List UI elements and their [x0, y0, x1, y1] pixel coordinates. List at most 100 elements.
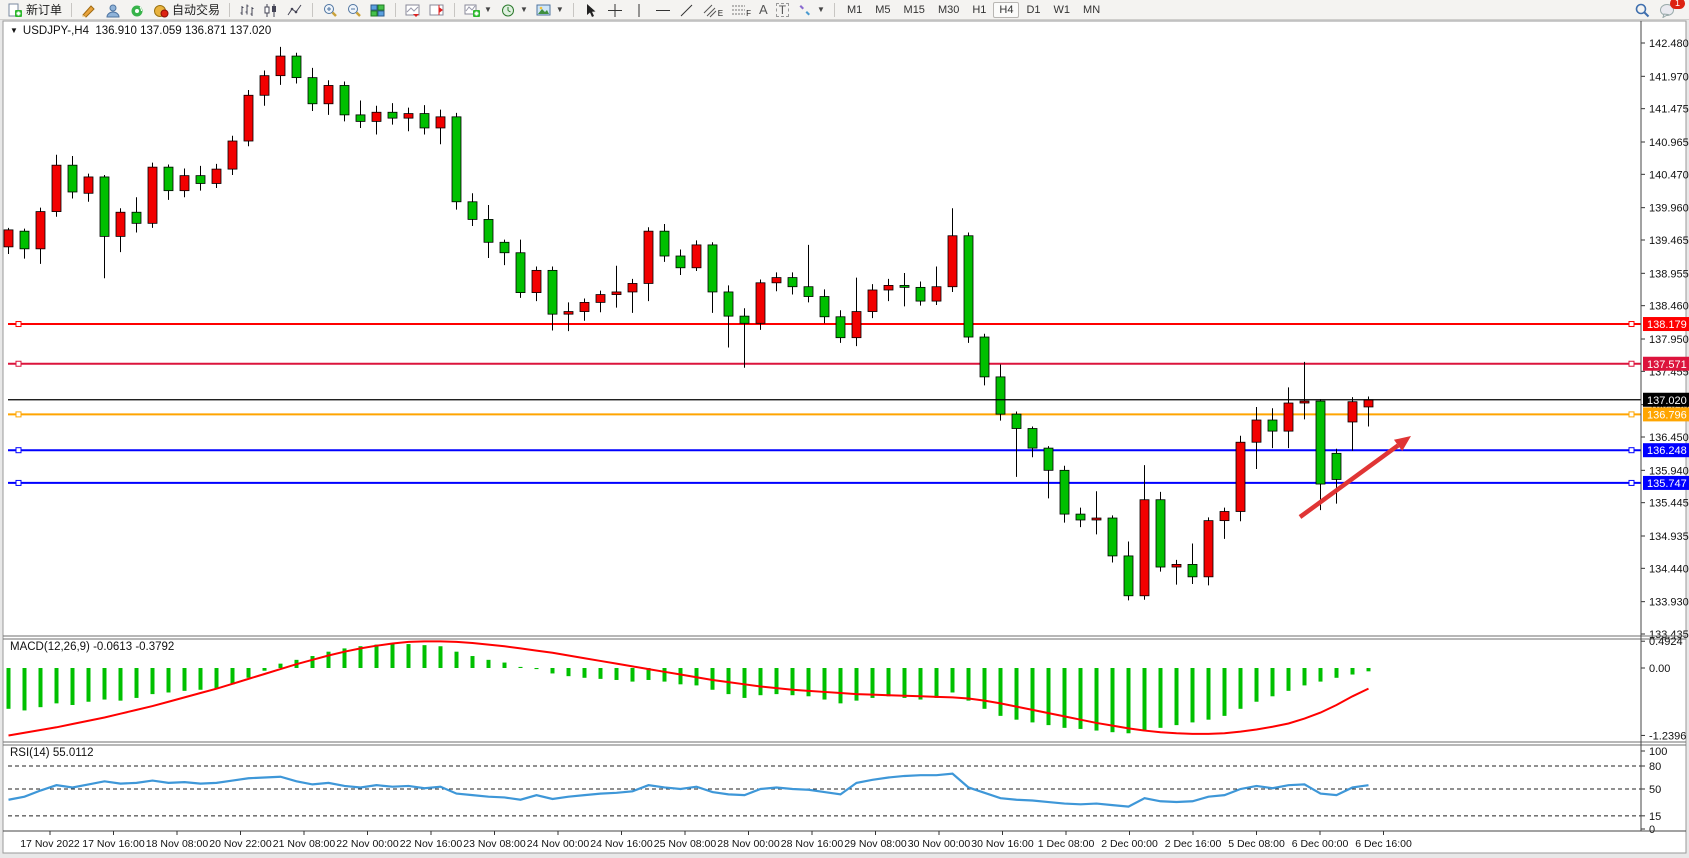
- chart-window: ▼USDJPY-,H4 136.910 137.059 136.871 137.…: [0, 20, 1689, 858]
- chart-template-button[interactable]: ▼: [533, 1, 567, 19]
- clock-icon: [500, 3, 516, 17]
- zoom-in-icon: [322, 3, 338, 17]
- rsi-indicator-label: RSI(14) 55.0112: [10, 747, 94, 759]
- arrows-tool-button[interactable]: ▼: [794, 1, 828, 19]
- timeframe-D1[interactable]: D1: [1020, 2, 1046, 18]
- search-icon[interactable]: [1633, 2, 1651, 18]
- fibonacci-tool-button[interactable]: F: [728, 1, 754, 19]
- hline-handle[interactable]: [1629, 412, 1634, 417]
- chat-icon[interactable]: 1: [1659, 2, 1679, 18]
- timeframe-H1[interactable]: H1: [966, 2, 992, 18]
- svg-text:135.747: 135.747: [1647, 478, 1687, 490]
- timeframe-M15[interactable]: M15: [898, 2, 931, 18]
- hline-handle[interactable]: [16, 412, 21, 417]
- cursor-icon: [583, 3, 599, 17]
- svg-text:29 Nov 08:00: 29 Nov 08:00: [844, 838, 907, 850]
- symbol-ohlc-values: 136.910 137.059 136.871 137.020: [95, 25, 271, 37]
- svg-text:28 Nov 16:00: 28 Nov 16:00: [781, 838, 844, 850]
- macd-main-value: -0.0613: [93, 641, 132, 653]
- community-button[interactable]: [102, 1, 124, 19]
- chart-profiles-button[interactable]: ▼: [497, 1, 531, 19]
- arrows-shapes-icon: [797, 3, 813, 17]
- svg-text:20 Nov 22:00: 20 Nov 22:00: [209, 838, 272, 850]
- hline-handle[interactable]: [16, 322, 21, 327]
- svg-text:23 Nov 08:00: 23 Nov 08:00: [463, 838, 526, 850]
- template-image-icon: [536, 3, 552, 17]
- timeframe-H4[interactable]: H4: [993, 2, 1019, 18]
- svg-text:15: 15: [1649, 811, 1661, 823]
- chart-canvas[interactable]: 142.480141.970141.475140.965140.470139.9…: [0, 20, 1689, 858]
- symbol-title: ▼USDJPY-,H4 136.910 137.059 136.871 137.…: [10, 25, 271, 37]
- toolbar-separator: [229, 3, 230, 17]
- bar-chart-button[interactable]: [236, 1, 258, 19]
- crayon-icon: [81, 3, 97, 17]
- hline-handle[interactable]: [16, 480, 21, 485]
- svg-text:142.480: 142.480: [1649, 38, 1689, 50]
- hline-handle[interactable]: [16, 361, 21, 366]
- svg-text:137.950: 137.950: [1649, 334, 1689, 346]
- timeframe-M1[interactable]: M1: [841, 2, 868, 18]
- mt4-window: 新订单 自动交易: [0, 0, 1689, 858]
- line-chart-button[interactable]: [284, 1, 306, 19]
- horizontal-line-tool-button[interactable]: [652, 1, 674, 19]
- toolbar-separator: [573, 3, 574, 17]
- chart-shift-icon: [429, 3, 445, 17]
- timeframe-W1[interactable]: W1: [1048, 2, 1077, 18]
- svg-text:137.020: 137.020: [1647, 395, 1687, 407]
- hline-handle[interactable]: [16, 448, 21, 453]
- autotrade-button[interactable]: 自动交易: [150, 1, 223, 19]
- signal-icon: [129, 3, 145, 17]
- rsi-value: 55.0112: [53, 747, 94, 759]
- svg-text:80: 80: [1649, 761, 1661, 773]
- svg-text:136.796: 136.796: [1647, 409, 1687, 421]
- trendline-tool-button[interactable]: [676, 1, 698, 19]
- dropdown-caret: ▼: [484, 5, 492, 14]
- crayon-button[interactable]: [78, 1, 100, 19]
- toolbar-separator: [454, 3, 455, 17]
- timeframe-MN[interactable]: MN: [1077, 2, 1106, 18]
- one-click-trading-toggle[interactable]: ▼: [10, 26, 18, 35]
- chart-shift-button[interactable]: [426, 1, 448, 19]
- svg-text:139.465: 139.465: [1649, 235, 1689, 247]
- crosshair-tool-button[interactable]: [604, 1, 626, 19]
- svg-text:133.930: 133.930: [1649, 597, 1689, 609]
- timeframe-M5[interactable]: M5: [869, 2, 896, 18]
- person-icon: [105, 3, 121, 17]
- hline-handle[interactable]: [1629, 322, 1634, 327]
- svg-text:134.440: 134.440: [1649, 563, 1689, 575]
- svg-text:100: 100: [1649, 746, 1667, 758]
- dropdown-caret: ▼: [817, 5, 825, 14]
- vertical-line-tool-button[interactable]: [628, 1, 650, 19]
- svg-text:138.460: 138.460: [1649, 301, 1689, 313]
- hline-handle[interactable]: [1629, 480, 1634, 485]
- hline-handle[interactable]: [1629, 361, 1634, 366]
- bar-chart-icon: [239, 3, 255, 17]
- text-tool-button[interactable]: A: [756, 1, 771, 19]
- horizontal-line-icon: [655, 3, 671, 17]
- svg-text:24 Nov 00:00: 24 Nov 00:00: [527, 838, 590, 850]
- tile-windows-button[interactable]: [367, 1, 389, 19]
- new-chart-button[interactable]: ▼: [461, 1, 495, 19]
- auto-scroll-button[interactable]: [402, 1, 424, 19]
- signal-button[interactable]: [126, 1, 148, 19]
- channel-tool-button[interactable]: E: [700, 1, 726, 19]
- crosshair-icon: [607, 3, 623, 17]
- new-order-button[interactable]: 新订单: [4, 1, 65, 19]
- dropdown-caret: ▼: [520, 5, 528, 14]
- svg-text:50: 50: [1649, 784, 1661, 796]
- svg-text:138.179: 138.179: [1647, 319, 1687, 331]
- text-label-tool-button[interactable]: T: [773, 1, 792, 19]
- macd-signal-value: -0.3792: [135, 641, 174, 653]
- cursor-tool-button[interactable]: [580, 1, 602, 19]
- autotrade-label: 自动交易: [172, 1, 220, 18]
- toolbar-separator: [312, 3, 313, 17]
- svg-text:136.248: 136.248: [1647, 445, 1687, 457]
- zoom-out-button[interactable]: [343, 1, 365, 19]
- timeframe-M30[interactable]: M30: [932, 2, 965, 18]
- candlestick-chart-button[interactable]: [260, 1, 282, 19]
- zoom-out-icon: [346, 3, 362, 17]
- svg-text:0.4924: 0.4924: [1649, 636, 1683, 648]
- new-order-label: 新订单: [26, 1, 62, 18]
- hline-handle[interactable]: [1629, 448, 1634, 453]
- zoom-in-button[interactable]: [319, 1, 341, 19]
